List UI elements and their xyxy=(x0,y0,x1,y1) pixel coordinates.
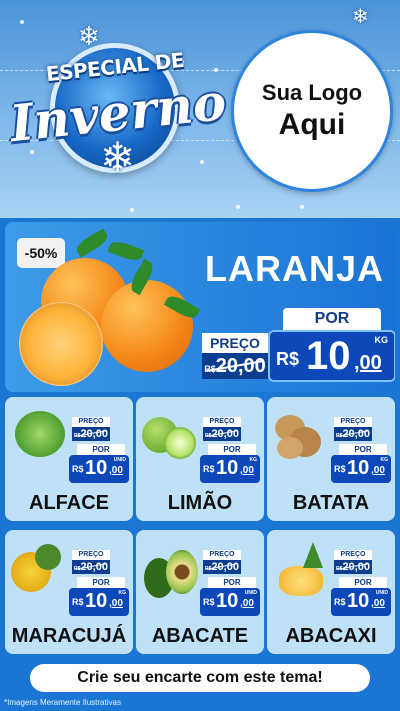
new-price: R$ 10 ,00 UNID xyxy=(331,588,391,616)
product-name: ABACAXI xyxy=(285,625,377,647)
discount-badge: -50% xyxy=(17,238,65,268)
snow-dot xyxy=(300,205,304,209)
new-price: R$ 10 ,00 KG xyxy=(69,588,129,616)
winter-special-badge: ❄ ❄ ESPECIAL DE Inverno xyxy=(7,21,229,195)
old-price-label: PREÇO xyxy=(72,417,110,427)
new-price: R$ 10 ,00 UNID xyxy=(200,588,260,616)
snowflake-icon: ❄ xyxy=(78,21,100,51)
snow-dot xyxy=(20,20,24,24)
hero-product-name: LARANJA xyxy=(205,248,385,289)
price-unit: KG xyxy=(374,335,389,345)
old-price: R$20,00 xyxy=(202,353,268,379)
product-name: ABACATE xyxy=(151,625,249,647)
new-price-cents: ,00 xyxy=(354,352,382,374)
product-card-limão: PREÇO R$20,00 POR R$ 10 ,00 KG LIMÃO xyxy=(136,397,264,521)
hero-product: -50% LARANJA PREÇO R$20,00 POR R$ 10 ,00… xyxy=(5,222,395,392)
logo-text-line1: Sua Logo xyxy=(261,80,363,105)
snow-dot xyxy=(130,208,134,212)
product-card-batata: PREÇO R$20,00 POR R$ 10 ,00 KG BATATA xyxy=(267,397,395,521)
product-name: BATATA xyxy=(292,492,370,514)
old-price: R$20,00 xyxy=(334,427,372,441)
product-card-maracujá: PREÇO R$20,00 POR R$ 10 ,00 KG MARACUJÁ xyxy=(5,530,133,654)
new-price-label: POR xyxy=(339,444,387,455)
logo-text-line2: Aqui xyxy=(278,108,346,141)
old-price-label: PREÇO xyxy=(203,550,241,560)
product-card-abacate: PREÇO R$20,00 POR R$ 10 ,00 UNID ABACATE xyxy=(136,530,264,654)
old-price: R$20,00 xyxy=(203,560,241,574)
old-price: R$20,00 xyxy=(203,427,241,441)
old-price: R$20,00 xyxy=(334,560,372,574)
product-card-abacaxi: PREÇO R$20,00 POR R$ 10 ,00 UNID ABACAXI xyxy=(267,530,395,654)
old-price: R$20,00 xyxy=(72,560,110,574)
old-price-label: PREÇO xyxy=(334,550,372,560)
product-card-alface: PREÇO R$20,00 POR R$ 10 ,00 UNID ALFACE xyxy=(5,397,133,521)
product-name: LIMÃO xyxy=(167,492,233,514)
old-price-label: PREÇO xyxy=(72,550,110,560)
new-price: R$ 10 ,00 UNID xyxy=(69,455,129,483)
old-price-label: PREÇO xyxy=(203,417,241,427)
new-price: R$ 10 ,00 KG xyxy=(268,330,395,382)
product-name: MARACUJÁ xyxy=(11,625,127,647)
old-price-label: PREÇO xyxy=(334,417,372,427)
header-banner: ❄ ❄ ❄ ESPECIAL DE Inverno Sua Logo Aqui xyxy=(0,0,400,218)
snowflake-icon: ❄ xyxy=(352,6,369,28)
product-name: ALFACE xyxy=(29,492,109,514)
new-price-label: POR xyxy=(208,577,256,588)
disclaimer: *Imagens Meramente Ilustrativas xyxy=(4,698,121,707)
new-price-integer: 10 xyxy=(306,334,351,378)
logo-placeholder: Sua Logo Aqui xyxy=(231,30,393,192)
old-price-label: PREÇO xyxy=(202,333,268,353)
snow-dot xyxy=(236,205,240,209)
new-price-currency: R$ xyxy=(276,349,300,369)
new-price-label: POR xyxy=(339,577,387,588)
new-price-label: POR xyxy=(208,444,256,455)
new-price: R$ 10 ,00 KG xyxy=(200,455,260,483)
new-price: R$ 10 ,00 KG xyxy=(331,455,391,483)
old-price: R$20,00 xyxy=(72,427,110,441)
new-price-label: POR xyxy=(77,577,125,588)
new-price-label: POR xyxy=(283,308,381,330)
cta-banner[interactable]: Crie seu encarte com este tema! xyxy=(30,664,370,692)
new-price-label: POR xyxy=(77,444,125,455)
